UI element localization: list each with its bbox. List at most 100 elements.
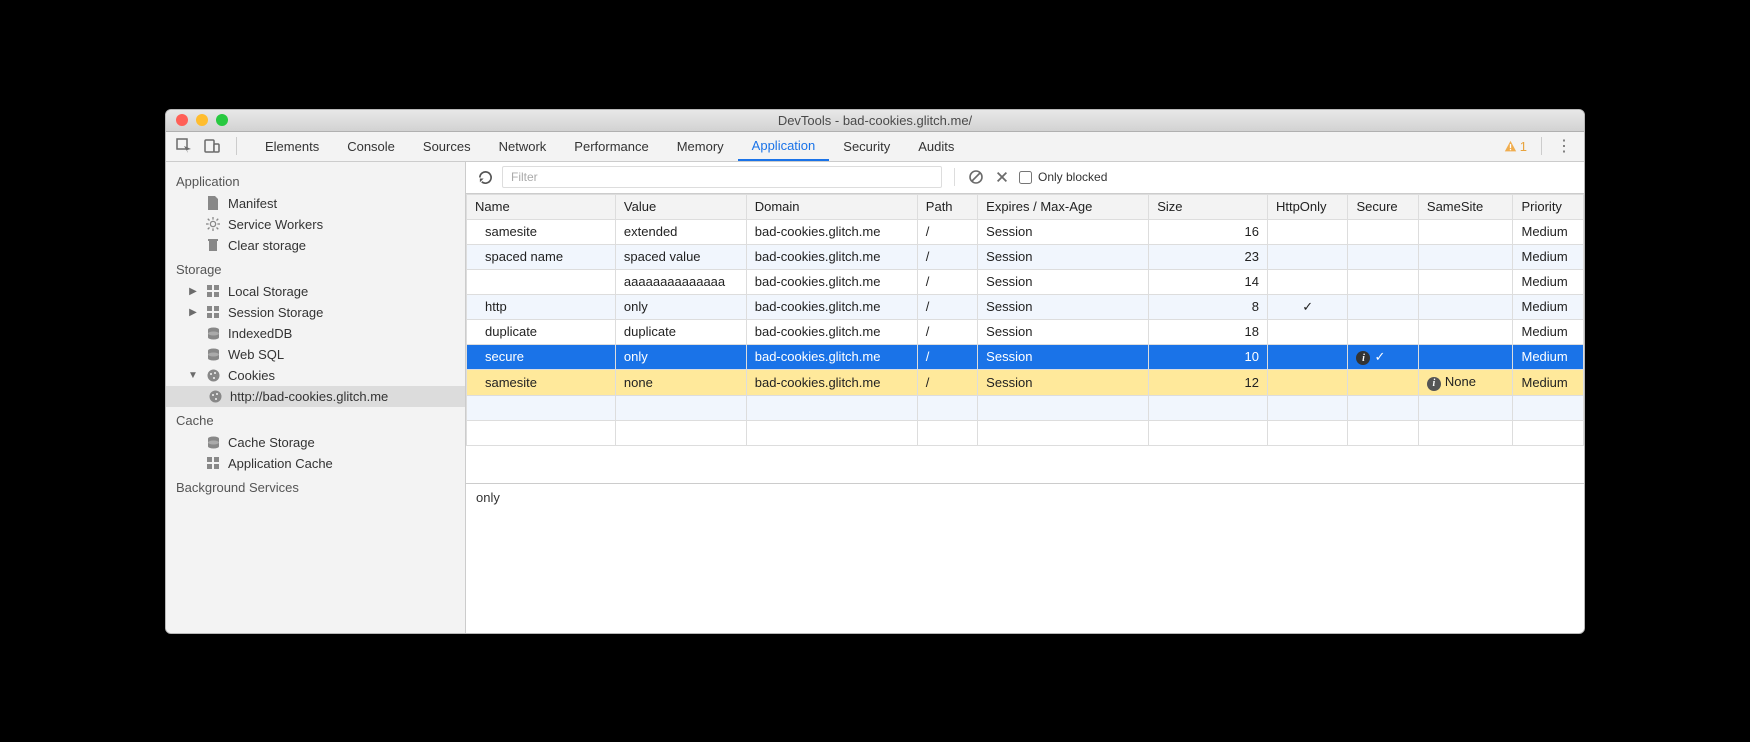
db-icon xyxy=(206,348,220,361)
sidebar-item-label: Cookies xyxy=(228,368,275,383)
sidebar-item-cache-storage[interactable]: Cache Storage xyxy=(166,432,465,453)
tab-application[interactable]: Application xyxy=(738,131,830,161)
inspect-element-icon[interactable] xyxy=(176,138,192,154)
tab-performance[interactable]: Performance xyxy=(560,131,662,161)
sidebar-item-clear-storage[interactable]: Clear storage xyxy=(166,235,465,256)
table-row[interactable]: samesiteextendedbad-cookies.glitch.me/Se… xyxy=(467,219,1584,244)
cell-path: / xyxy=(917,244,977,269)
warning-count: 1 xyxy=(1520,139,1527,154)
delete-selected-icon[interactable] xyxy=(993,168,1011,186)
cell-domain: bad-cookies.glitch.me xyxy=(746,244,917,269)
only-blocked-input[interactable] xyxy=(1019,171,1032,184)
cell-httponly xyxy=(1267,370,1348,396)
cell-domain: bad-cookies.glitch.me xyxy=(746,370,917,396)
devtools-window: DevTools - bad-cookies.glitch.me/ Elemen… xyxy=(165,109,1585,634)
cell-httponly xyxy=(1267,244,1348,269)
col-samesite[interactable]: SameSite xyxy=(1418,194,1513,219)
sidebar-item-label: Session Storage xyxy=(228,305,323,320)
table-row[interactable]: spaced namespaced valuebad-cookies.glitc… xyxy=(467,244,1584,269)
tab-memory[interactable]: Memory xyxy=(663,131,738,161)
cell-samesite xyxy=(1418,219,1513,244)
sidebar-section-storage: Storage xyxy=(166,256,465,281)
tab-audits[interactable]: Audits xyxy=(904,131,968,161)
gear-icon xyxy=(206,217,220,231)
cell-name: duplicate xyxy=(467,319,616,344)
info-icon: i xyxy=(1427,377,1441,391)
grid-icon xyxy=(206,285,220,298)
cell-path: / xyxy=(917,219,977,244)
cell-name: secure xyxy=(467,344,616,370)
col-value[interactable]: Value xyxy=(615,194,746,219)
table-row-empty[interactable] xyxy=(467,420,1584,445)
sidebar-item-session-storage[interactable]: ▶ Session Storage xyxy=(166,302,465,323)
refresh-icon[interactable] xyxy=(476,168,494,186)
cell-secure: i✓ xyxy=(1348,344,1418,370)
cell-domain: bad-cookies.glitch.me xyxy=(746,269,917,294)
cell-size: 23 xyxy=(1149,244,1268,269)
cell-httponly xyxy=(1267,319,1348,344)
cookies-table[interactable]: NameValueDomainPathExpires / Max-AgeSize… xyxy=(466,194,1584,446)
filter-input[interactable] xyxy=(502,166,942,188)
cell-expires: Session xyxy=(978,244,1149,269)
col-priority[interactable]: Priority xyxy=(1513,194,1584,219)
table-row[interactable]: secureonlybad-cookies.glitch.me/Session1… xyxy=(467,344,1584,370)
db-icon xyxy=(206,327,220,340)
sidebar-item-indexeddb[interactable]: IndexedDB xyxy=(166,323,465,344)
tab-security[interactable]: Security xyxy=(829,131,904,161)
cell-name: http xyxy=(467,294,616,319)
window-title: DevTools - bad-cookies.glitch.me/ xyxy=(166,113,1584,128)
cell-domain: bad-cookies.glitch.me xyxy=(746,294,917,319)
sidebar-item-service-workers[interactable]: Service Workers xyxy=(166,214,465,235)
cell-size: 14 xyxy=(1149,269,1268,294)
sidebar-item-web-sql[interactable]: Web SQL xyxy=(166,344,465,365)
sidebar-item-cookies[interactable]: ▼ Cookies xyxy=(166,365,465,386)
device-toolbar-icon[interactable] xyxy=(204,138,220,154)
cell-size: 16 xyxy=(1149,219,1268,244)
col-path[interactable]: Path xyxy=(917,194,977,219)
warnings-indicator[interactable]: 1 xyxy=(1504,139,1527,154)
table-row[interactable]: samesitenonebad-cookies.glitch.me/Sessio… xyxy=(467,370,1584,396)
table-row[interactable]: aaaaaaaaaaaaaabad-cookies.glitch.me/Sess… xyxy=(467,269,1584,294)
clear-all-icon[interactable] xyxy=(967,168,985,186)
cell-size: 18 xyxy=(1149,319,1268,344)
col-expires-max-age[interactable]: Expires / Max-Age xyxy=(978,194,1149,219)
cell-value: duplicate xyxy=(615,319,746,344)
cell-priority: Medium xyxy=(1513,219,1584,244)
more-menu-icon[interactable]: ⋮ xyxy=(1556,136,1572,156)
sidebar-item-local-storage[interactable]: ▶Local Storage xyxy=(166,281,465,302)
only-blocked-checkbox[interactable]: Only blocked xyxy=(1019,170,1107,184)
col-size[interactable]: Size xyxy=(1149,194,1268,219)
tab-sources[interactable]: Sources xyxy=(409,131,485,161)
col-domain[interactable]: Domain xyxy=(746,194,917,219)
col-name[interactable]: Name xyxy=(467,194,616,219)
cell-secure xyxy=(1348,269,1418,294)
titlebar: DevTools - bad-cookies.glitch.me/ xyxy=(166,110,1584,132)
table-row[interactable]: duplicateduplicatebad-cookies.glitch.me/… xyxy=(467,319,1584,344)
tab-elements[interactable]: Elements xyxy=(251,131,333,161)
tab-console[interactable]: Console xyxy=(333,131,409,161)
sidebar-item-application-cache[interactable]: Application Cache xyxy=(166,453,465,474)
tab-network[interactable]: Network xyxy=(485,131,561,161)
cell-samesite xyxy=(1418,244,1513,269)
cell-path: / xyxy=(917,319,977,344)
cell-expires: Session xyxy=(978,269,1149,294)
sidebar-item-cookie-origin[interactable]: http://bad-cookies.glitch.me xyxy=(166,386,465,407)
cookies-table-wrap: NameValueDomainPathExpires / Max-AgeSize… xyxy=(466,194,1584,483)
sidebar-item-manifest[interactable]: Manifest xyxy=(166,193,465,214)
grid-icon xyxy=(206,457,220,470)
cookie-icon xyxy=(206,369,220,382)
cell-priority: Medium xyxy=(1513,294,1584,319)
table-row-empty[interactable] xyxy=(467,395,1584,420)
cell-priority: Medium xyxy=(1513,344,1584,370)
col-secure[interactable]: Secure xyxy=(1348,194,1418,219)
separator xyxy=(954,168,955,186)
col-httponly[interactable]: HttpOnly xyxy=(1267,194,1348,219)
sidebar-item-label: Manifest xyxy=(228,196,277,211)
cookies-toolbar: Only blocked xyxy=(466,162,1584,194)
cookie-detail-pane: only xyxy=(466,483,1584,633)
disclosure-triangle-icon: ▼ xyxy=(188,370,198,381)
table-row[interactable]: httponlybad-cookies.glitch.me/Session8✓M… xyxy=(467,294,1584,319)
sidebar-section-background-services: Background Services xyxy=(166,474,465,499)
disclosure-triangle-icon: ▶ xyxy=(188,307,198,318)
cell-httponly xyxy=(1267,219,1348,244)
